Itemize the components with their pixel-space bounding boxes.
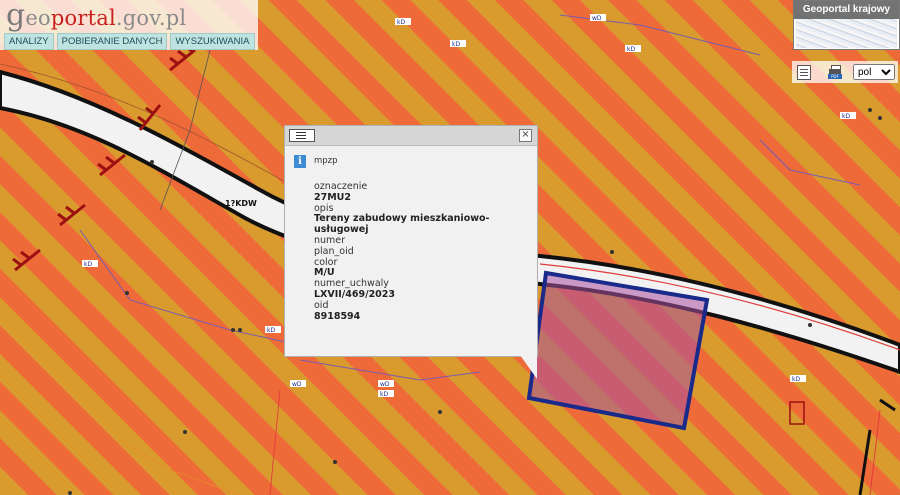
attr-value: Tereny zabudowy mieszkaniowo-usługowej bbox=[314, 213, 490, 236]
svg-text:kD: kD bbox=[267, 327, 275, 334]
svg-text:kD: kD bbox=[792, 376, 800, 383]
selected-parcel bbox=[526, 270, 710, 431]
svg-text:kD: kD bbox=[627, 46, 635, 53]
svg-text:wD: wD bbox=[380, 381, 390, 388]
close-icon[interactable]: × bbox=[519, 129, 532, 142]
geoportal-krajowy-title: Geoportal krajowy bbox=[794, 1, 899, 19]
svg-text:kD: kD bbox=[452, 41, 460, 48]
nav-wyszukiwania[interactable]: WYSZUKIWANIA bbox=[170, 33, 255, 50]
svg-text:kD: kD bbox=[397, 19, 405, 26]
print-icon[interactable]: PDF bbox=[828, 65, 842, 79]
main-nav: ANALIZY POBIERANIE DANYCH WYSZUKIWANIA bbox=[4, 33, 255, 50]
feature-info-popup: × i mpzp oznaczenie 27MU2 opis Tereny za… bbox=[284, 125, 538, 357]
attr-value: 8918594 bbox=[314, 310, 361, 322]
svg-text:wD: wD bbox=[592, 15, 602, 22]
svg-text:kD: kD bbox=[380, 391, 388, 398]
logo-text-c: .gov.pl bbox=[115, 6, 187, 30]
road-label: 1?KDW bbox=[225, 199, 257, 208]
legend-icon[interactable] bbox=[797, 65, 811, 80]
logo-g: g bbox=[6, 0, 26, 33]
header-panel: geoportal.gov.pl ANALIZY POBIERANIE DANY… bbox=[0, 0, 258, 50]
geoportal-logo[interactable]: geoportal.gov.pl bbox=[6, 0, 186, 33]
popup-pointer bbox=[520, 355, 537, 379]
language-select[interactable]: pol bbox=[853, 64, 895, 80]
info-icon: i bbox=[294, 155, 306, 168]
attr-value: 27MU2 bbox=[314, 191, 351, 203]
logo-text-a: eo bbox=[25, 6, 51, 30]
toolbar: PDF pol bbox=[792, 61, 898, 83]
attribute-list: oznaczenie 27MU2 opis Tereny zabudowy mi… bbox=[314, 181, 524, 322]
popup-layer-name: mpzp bbox=[314, 156, 338, 166]
popup-titlebar: × bbox=[285, 126, 537, 146]
svg-text:kD: kD bbox=[842, 113, 850, 120]
attr-key: oid bbox=[314, 299, 329, 311]
geoportal-krajowy-link[interactable]: Geoportal krajowy bbox=[793, 0, 900, 50]
nav-pobieranie-danych[interactable]: POBIERANIE DANYCH bbox=[56, 33, 168, 50]
back-list-icon[interactable] bbox=[289, 129, 315, 142]
nav-analizy[interactable]: ANALIZY bbox=[4, 33, 54, 50]
attr-value: LXVII/469/2023 bbox=[314, 288, 396, 300]
attr-key: color bbox=[314, 256, 338, 268]
svg-text:wD: wD bbox=[292, 381, 302, 388]
svg-text:kD: kD bbox=[84, 261, 92, 268]
logo-text-b: portal bbox=[50, 6, 116, 30]
map-thumbnail bbox=[796, 15, 897, 48]
attr-key: plan_oid bbox=[314, 245, 354, 257]
